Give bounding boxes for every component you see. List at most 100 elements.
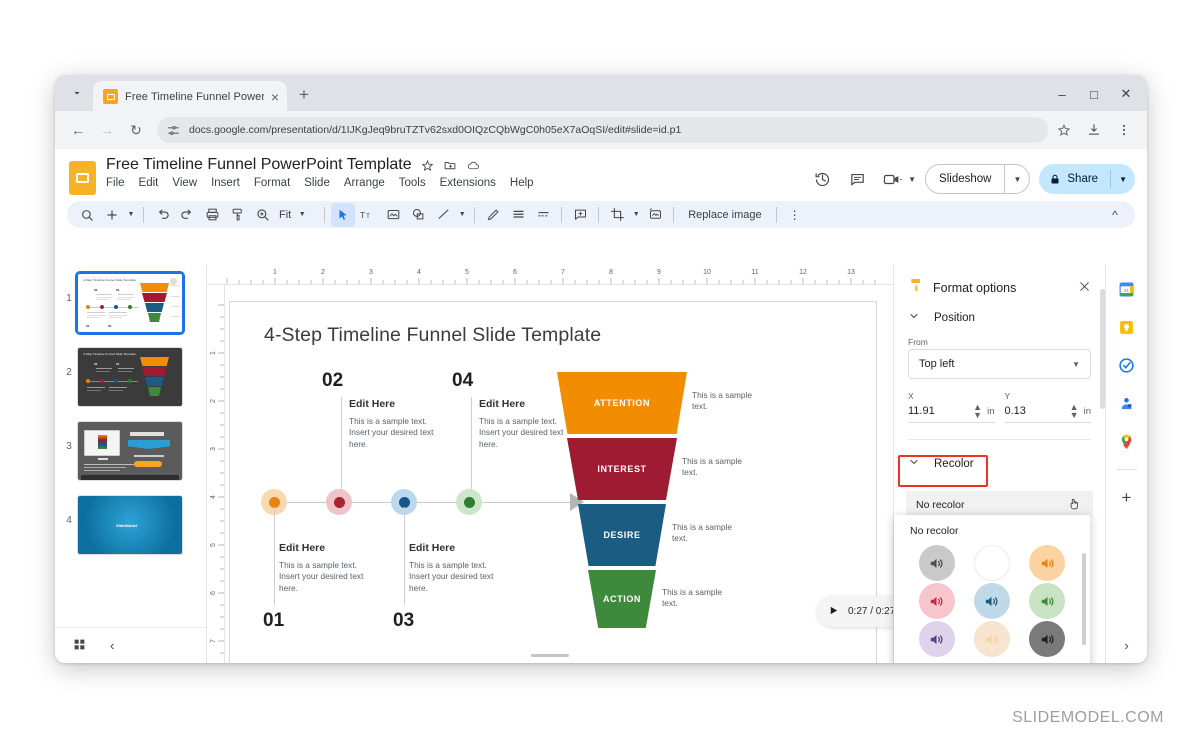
star-icon[interactable] <box>421 159 434 172</box>
undo-icon[interactable] <box>150 203 174 227</box>
timeline-dot-04[interactable] <box>456 489 482 515</box>
recolor-dropdown-menu[interactable]: No recolor <box>894 515 1090 663</box>
menu-format[interactable]: Format <box>254 177 290 189</box>
x-stepper[interactable]: ▲ ▼ <box>973 402 982 419</box>
step-heading-02[interactable]: Edit Here <box>349 398 395 410</box>
page-title[interactable]: Free Timeline Funnel PowerPoint Template <box>106 156 412 174</box>
add-comment-icon[interactable] <box>568 203 592 227</box>
search-icon[interactable] <box>75 203 99 227</box>
shape-icon[interactable] <box>406 203 430 227</box>
menu-slide[interactable]: Slide <box>304 177 330 189</box>
browser-tab[interactable]: Free Timeline Funnel PowerPoin × <box>93 81 287 112</box>
meet-camera-icon[interactable] <box>879 166 905 192</box>
step-heading-04[interactable]: Edit Here <box>479 398 525 410</box>
play-icon[interactable] <box>828 603 839 621</box>
version-history-icon[interactable] <box>809 166 835 192</box>
cloud-saved-icon[interactable] <box>466 159 481 172</box>
audio-player[interactable]: 0:27 / 0:27 <box>817 596 893 627</box>
funnel-note-desire[interactable]: This is a sample text. <box>672 522 734 545</box>
move-to-folder-icon[interactable] <box>443 159 457 172</box>
horizontal-scrollbar[interactable] <box>531 654 569 657</box>
pen-icon[interactable] <box>481 203 505 227</box>
redo-icon[interactable] <box>175 203 199 227</box>
menu-arrange[interactable]: Arrange <box>344 177 385 189</box>
step-heading-01[interactable]: Edit Here <box>279 542 325 554</box>
recolor-section-header[interactable]: Recolor <box>894 440 1105 477</box>
add-app-button[interactable]: + <box>1117 488 1137 508</box>
close-icon[interactable] <box>1078 280 1091 296</box>
select-tool-icon[interactable] <box>331 202 356 227</box>
recolor-swatch-light-green[interactable] <box>1029 583 1066 619</box>
step-body-04[interactable]: This is a sample text. Insert your desir… <box>479 416 575 450</box>
list-item[interactable]: 3 <box>55 421 206 495</box>
google-contacts-icon[interactable] <box>1117 393 1137 413</box>
recolor-swatch-light-red[interactable] <box>918 583 955 619</box>
step-body-01[interactable]: This is a sample text. Insert your desir… <box>279 560 375 594</box>
funnel-segment-interest[interactable]: INTEREST <box>567 438 677 500</box>
menu-tools[interactable]: Tools <box>399 177 426 189</box>
new-tab-button[interactable]: + <box>299 85 309 105</box>
reload-icon[interactable]: ↻ <box>123 117 149 143</box>
replace-image-button[interactable]: Replace image <box>680 209 769 221</box>
print-icon[interactable] <box>200 203 224 227</box>
list-item[interactable]: 1 4-Step Timeline Funnel Slide Template … <box>55 271 206 347</box>
more-options-icon[interactable]: ⋮ <box>783 203 807 227</box>
forward-icon[interactable]: → <box>94 117 120 143</box>
menu-help[interactable]: Help <box>510 177 534 189</box>
step-body-03[interactable]: This is a sample text. Insert your desir… <box>409 560 505 594</box>
url-input[interactable]: docs.google.com/presentation/d/1IJKgJeq9… <box>157 117 1048 143</box>
position-from-select[interactable]: Top left ▼ <box>908 349 1091 379</box>
google-maps-icon[interactable] <box>1117 431 1137 451</box>
slide-thumbnail-2[interactable]: 4-Step Timeline Funnel Slide Template 02… <box>77 347 183 407</box>
list-item[interactable]: 4 SlideModel <box>55 495 206 569</box>
text-box-icon[interactable]: TT <box>356 203 380 227</box>
recolor-swatch-light-purple[interactable] <box>918 621 955 657</box>
recolor-swatch-light-tan[interactable] <box>973 621 1010 657</box>
y-stepper[interactable]: ▲ ▼ <box>1070 402 1079 419</box>
google-keep-icon[interactable] <box>1117 317 1137 337</box>
kebab-menu-icon[interactable] <box>1111 117 1137 143</box>
tab-search-button[interactable] <box>63 79 91 107</box>
funnel-segment-action[interactable]: ACTION <box>588 570 656 628</box>
recolor-swatch-no-recolor-gray[interactable] <box>918 545 955 581</box>
zoom-dropdown-icon[interactable]: ▼ <box>296 203 308 227</box>
funnel-segment-attention[interactable]: ATTENTION <box>557 372 687 434</box>
line-weight-icon[interactable] <box>506 203 530 227</box>
zoom-level-label[interactable]: Fit <box>275 209 295 221</box>
insert-image-icon[interactable] <box>381 203 405 227</box>
slide-thumbnail-4[interactable]: SlideModel <box>77 495 183 555</box>
share-button[interactable]: Share ▼ <box>1039 164 1135 194</box>
crop-dropdown-icon[interactable]: ▼ <box>630 203 642 227</box>
y-value[interactable]: 0.13 <box>1005 405 1065 417</box>
step-body-02[interactable]: This is a sample text. Insert your desir… <box>349 416 445 450</box>
mask-icon[interactable] <box>643 203 667 227</box>
star-icon[interactable] <box>1051 117 1077 143</box>
close-icon[interactable]: × <box>271 90 279 104</box>
recolor-swatch-light-blue[interactable] <box>973 583 1010 619</box>
step-heading-03[interactable]: Edit Here <box>409 542 455 554</box>
x-field[interactable]: 11.91 ▲ ▼ in <box>908 402 995 424</box>
slide-title[interactable]: 4-Step Timeline Funnel Slide Template <box>264 324 601 347</box>
zoom-icon[interactable] <box>250 203 274 227</box>
slide-thumbnail-3[interactable] <box>77 421 183 481</box>
recolor-menu-scrollbar[interactable] <box>1082 553 1086 645</box>
paint-format-icon[interactable] <box>225 203 249 227</box>
collapse-toolbar-icon[interactable]: ^ <box>1103 203 1127 227</box>
line-icon[interactable] <box>431 203 455 227</box>
x-value[interactable]: 11.91 <box>908 405 968 417</box>
expand-rail-button[interactable]: › <box>1124 638 1128 653</box>
funnel-note-attention[interactable]: This is a sample text. <box>692 390 754 413</box>
google-tasks-icon[interactable] <box>1117 355 1137 375</box>
menu-extensions[interactable]: Extensions <box>440 177 496 189</box>
grid-view-icon[interactable] <box>73 638 86 654</box>
meet-dropdown-caret[interactable]: ▼ <box>908 175 916 184</box>
timeline-dot-02[interactable] <box>326 489 352 515</box>
add-slide-dropdown-icon[interactable]: ▼ <box>125 203 137 227</box>
minimize-button[interactable]: – <box>1047 81 1077 107</box>
funnel-note-interest[interactable]: This is a sample text. <box>682 456 744 479</box>
y-field[interactable]: 0.13 ▲ ▼ in <box>1004 402 1091 424</box>
google-calendar-icon[interactable]: 31 <box>1117 279 1137 299</box>
position-section-header[interactable]: Position <box>894 298 1105 331</box>
funnel-segment-desire[interactable]: DESIRE <box>578 504 666 566</box>
line-dropdown-icon[interactable]: ▼ <box>456 203 468 227</box>
